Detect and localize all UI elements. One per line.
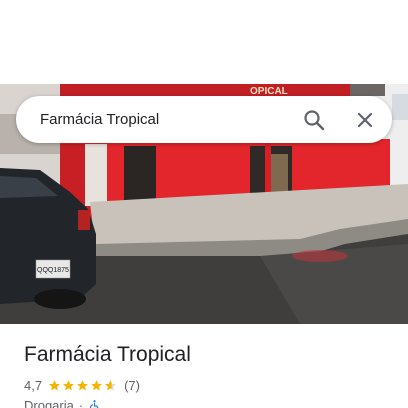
car-plate-text: QQQ1875 bbox=[37, 267, 69, 274]
rating-row[interactable]: 4,7 (7) bbox=[24, 376, 140, 394]
star-icon bbox=[49, 379, 60, 390]
search-icon bbox=[304, 110, 325, 131]
star-icon bbox=[63, 379, 74, 390]
place-title: Farmácia Tropical bbox=[24, 343, 191, 366]
review-count[interactable]: (7) bbox=[124, 378, 140, 393]
star-rating bbox=[48, 379, 118, 392]
search-bar[interactable]: Farmácia Tropical bbox=[16, 96, 392, 143]
search-button[interactable] bbox=[298, 104, 330, 136]
place-category: Drogaria bbox=[24, 397, 74, 408]
wheelchair-icon bbox=[88, 399, 101, 408]
star-icon bbox=[77, 379, 88, 390]
rating-value: 4,7 bbox=[24, 377, 43, 393]
search-query-text[interactable]: Farmácia Tropical bbox=[40, 110, 159, 129]
close-icon bbox=[357, 112, 373, 128]
close-button[interactable] bbox=[349, 104, 381, 136]
place-page: OPICAL QQQ1875 Farmácia Tropical Farmáci… bbox=[0, 0, 408, 408]
star-icon bbox=[91, 379, 102, 390]
category-row: Drogaria · bbox=[24, 397, 101, 408]
separator-dot: · bbox=[78, 397, 84, 408]
star-half-icon bbox=[105, 379, 116, 390]
